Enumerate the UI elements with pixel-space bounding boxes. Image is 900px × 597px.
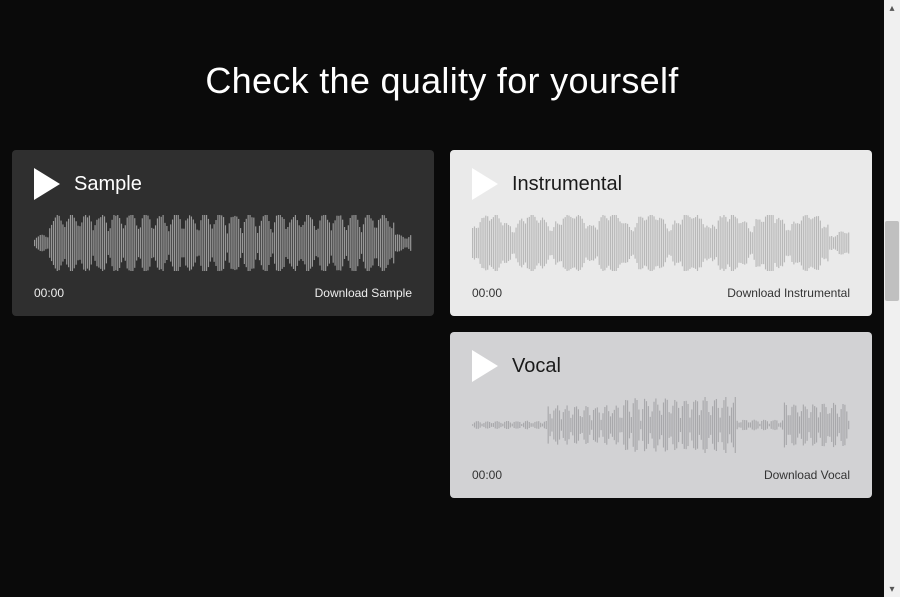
vocal-waveform[interactable] [472,396,850,454]
download-instrumental-link[interactable]: Download Instrumental [727,286,850,300]
sample-title: Sample [74,173,142,196]
vertical-scrollbar[interactable]: ▴ ▾ [884,0,900,597]
scrollbar-track[interactable] [884,16,900,581]
play-icon[interactable] [472,168,498,200]
scrollbar-thumb[interactable] [885,221,899,301]
audio-cards-grid: Sample 00:00 Download Sample Instrumenta… [0,150,884,498]
vocal-card: Vocal 00:00 Download Vocal [450,332,872,498]
play-icon[interactable] [472,350,498,382]
scroll-up-arrow[interactable]: ▴ [884,0,900,16]
sample-time: 00:00 [34,286,64,300]
instrumental-card: Instrumental 00:00 Download Instrumental [450,150,872,316]
vocal-title: Vocal [512,355,561,378]
instrumental-waveform[interactable] [472,214,850,272]
sample-waveform[interactable] [34,214,412,272]
instrumental-time: 00:00 [472,286,502,300]
download-sample-link[interactable]: Download Sample [315,286,412,300]
download-vocal-link[interactable]: Download Vocal [764,468,850,482]
scroll-down-arrow[interactable]: ▾ [884,581,900,597]
vocal-time: 00:00 [472,468,502,482]
instrumental-title: Instrumental [512,173,622,196]
sample-card: Sample 00:00 Download Sample [12,150,434,316]
play-icon[interactable] [34,168,60,200]
page-heading: Check the quality for yourself [0,0,884,150]
